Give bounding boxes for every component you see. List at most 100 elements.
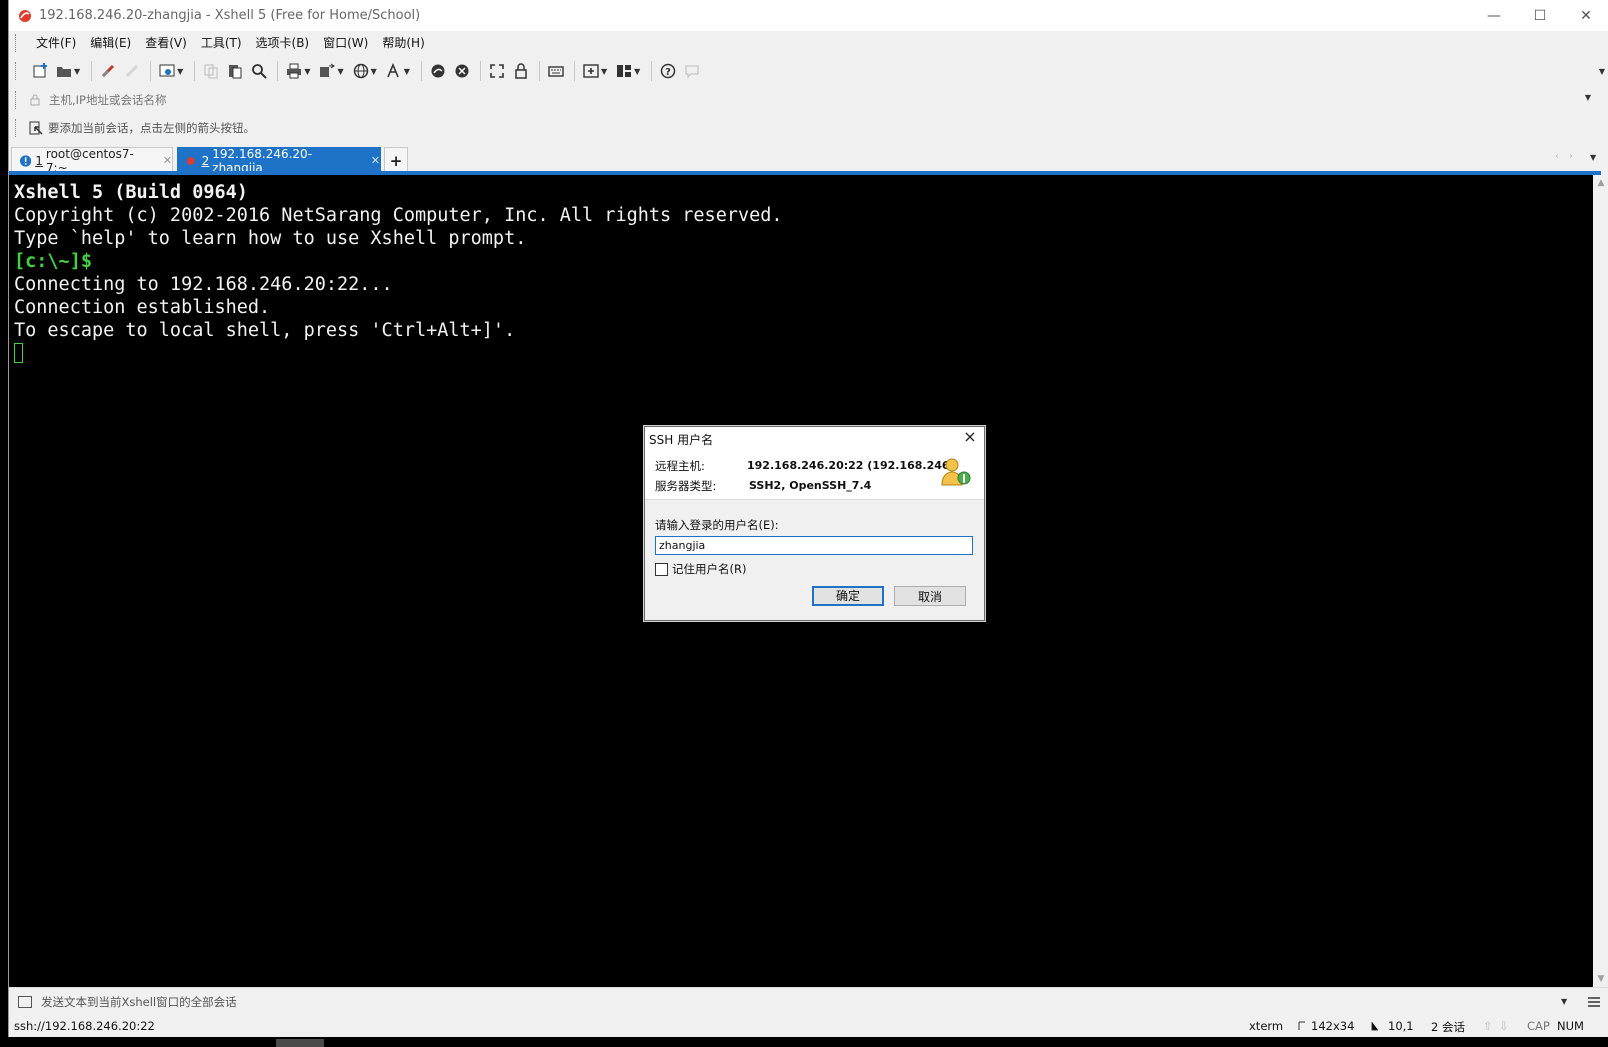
globe-icon <box>353 63 368 79</box>
disconnect-button <box>121 60 143 82</box>
properties-dropdown-icon[interactable]: ▼ <box>177 67 183 76</box>
add-tab-icon <box>583 64 599 78</box>
status-term-type: xterm <box>1249 1019 1284 1033</box>
scroll-up-icon[interactable]: ▲ <box>1593 175 1608 191</box>
cancel-button[interactable]: 取消 <box>894 586 966 606</box>
menu-view[interactable]: 查看(V) <box>138 33 194 53</box>
checkbox-icon[interactable] <box>655 562 668 576</box>
paste-icon <box>229 65 242 79</box>
toolbar-overflow-icon[interactable]: ▼ <box>1599 67 1605 76</box>
xftp-button[interactable] <box>427 60 449 82</box>
link-icon <box>102 64 115 78</box>
cursor-pos-icon <box>1371 1022 1378 1031</box>
status-cursor-pos: 10,1 <box>1388 1019 1414 1033</box>
addressbar-grip <box>15 91 19 109</box>
server-type-label: 服务器类型: <box>655 479 717 493</box>
new-tab-dropdown-icon[interactable]: ▼ <box>601 67 607 76</box>
minimize-button[interactable]: — <box>1471 0 1517 31</box>
compose-icon <box>18 996 32 1008</box>
scroll-down-icon[interactable]: ▼ <box>1593 971 1608 987</box>
new-tab-button[interactable] <box>580 60 602 82</box>
open-dropdown-icon[interactable]: ▼ <box>74 67 80 76</box>
session-hint-bar: 要添加当前会话，点击左侧的箭头按钮。 <box>9 113 1608 143</box>
menu-help[interactable]: 帮助(H) <box>375 33 431 53</box>
compose-dropdown-icon[interactable]: ▼ <box>1561 997 1567 1006</box>
tab-list-dropdown-icon[interactable]: ▼ <box>1590 153 1596 162</box>
xshell-window: 192.168.246.20-zhangjia - Xshell 5 (Free… <box>8 0 1608 1047</box>
ok-button[interactable]: 确定 <box>812 586 884 606</box>
local-prompt: [c:\~]$ <box>14 251 92 272</box>
font-dropdown-icon[interactable]: ▼ <box>404 67 410 76</box>
user-key-icon <box>941 458 971 486</box>
plus-icon: + <box>389 151 403 170</box>
toolbar-separator <box>91 61 93 81</box>
maximize-button[interactable]: ☐ <box>1517 0 1563 31</box>
menu-tools[interactable]: 工具(T) <box>194 33 249 53</box>
search-icon <box>252 64 268 79</box>
ssh-username-dialog: SSH 用户名 × 远程主机: 192.168.246.20:22 (192.1… <box>644 426 985 621</box>
status-connection: ssh://192.168.246.20:22 <box>14 1019 155 1033</box>
terminal-line: Connecting to 192.168.246.20:22... <box>14 274 393 295</box>
username-prompt: 请输入登录的用户名(E): <box>655 518 779 532</box>
find-button[interactable] <box>248 60 270 82</box>
tab-scroll-left-icon[interactable]: ‹ <box>1555 151 1559 162</box>
print-dropdown-icon[interactable]: ▼ <box>304 67 310 76</box>
host-input[interactable]: 主机,IP地址或会话名称 ▼ <box>23 89 1597 110</box>
terminal-line: Copyright (c) 2002-2016 NetSarang Comput… <box>14 205 783 226</box>
toolbar-separator <box>538 61 540 81</box>
compose-bar: 发送文本到当前Xshell窗口的全部会话 ▼ <box>9 987 1608 1016</box>
menu-window[interactable]: 窗口(W) <box>316 33 375 53</box>
help-button[interactable]: ? <box>657 60 679 82</box>
paste-button[interactable] <box>224 60 246 82</box>
xmanager-button[interactable] <box>451 60 473 82</box>
status-sessions: 2 会话 <box>1431 1020 1465 1034</box>
font-button[interactable] <box>383 60 405 82</box>
print-button[interactable] <box>283 60 305 82</box>
transfer-button[interactable] <box>316 60 338 82</box>
close-tab-icon[interactable]: ✕ <box>371 154 380 167</box>
compose-text[interactable]: 发送文本到当前Xshell窗口的全部会话 <box>41 994 237 1010</box>
terminal-line: Connection established. <box>14 297 271 318</box>
layout-button[interactable] <box>613 60 635 82</box>
fullscreen-button[interactable] <box>486 60 508 82</box>
close-tab-icon[interactable]: ✕ <box>163 154 172 167</box>
toolbar-separator <box>194 61 196 81</box>
tab-scroll-right-icon[interactable]: › <box>1569 151 1573 162</box>
remember-username-checkbox[interactable]: 记住用户名(R) <box>655 561 746 577</box>
dialog-title-bar: SSH 用户名 × <box>645 427 984 449</box>
status-num: NUM <box>1557 1019 1584 1033</box>
close-window-button[interactable]: ✕ <box>1563 0 1608 31</box>
terminal-line: Type `help' to learn how to use Xshell p… <box>14 228 527 249</box>
new-session-button[interactable] <box>29 60 51 82</box>
xmanager-icon <box>455 64 469 78</box>
menu-tab[interactable]: 选项卡(B) <box>249 33 317 53</box>
copy-button <box>200 60 222 82</box>
reconnect-button[interactable] <box>97 60 119 82</box>
tab-session-2[interactable]: 2 192.168.246.20-zhangjia ✕ <box>177 147 381 175</box>
font-icon <box>387 63 399 78</box>
keyboard-button[interactable] <box>545 60 567 82</box>
fullscreen-icon <box>490 64 504 78</box>
layout-icon <box>617 65 632 77</box>
menu-edit[interactable]: 编辑(E) <box>83 33 138 53</box>
tab-session-1[interactable]: 1 root@centos7-7:~ ✕ <box>11 147 173 175</box>
encoding-dropdown-icon[interactable]: ▼ <box>371 67 377 76</box>
download-arrow-icon: ⇩ <box>1499 1019 1509 1033</box>
add-session-arrow-icon[interactable] <box>29 121 43 135</box>
transfer-dropdown-icon[interactable]: ▼ <box>337 67 343 76</box>
maximize-icon: ☐ <box>1533 7 1547 24</box>
host-dropdown-icon[interactable]: ▼ <box>1585 93 1591 102</box>
username-input[interactable] <box>655 536 973 555</box>
dialog-close-button[interactable]: × <box>962 429 978 445</box>
menu-lines-icon[interactable] <box>1587 996 1601 1008</box>
lock-button[interactable] <box>510 60 532 82</box>
properties-button[interactable] <box>156 60 178 82</box>
encoding-button[interactable] <box>350 60 372 82</box>
dialog-info-panel: 远程主机: 192.168.246.20:22 (192.168.246 服务器… <box>645 449 984 500</box>
desktop-edge <box>0 0 8 1047</box>
open-session-button[interactable] <box>53 60 75 82</box>
terminal-scrollbar[interactable]: ▲ ▼ <box>1593 175 1608 987</box>
layout-dropdown-icon[interactable]: ▼ <box>634 67 640 76</box>
add-tab-button[interactable]: + <box>384 147 408 173</box>
menu-file[interactable]: 文件(F) <box>29 33 83 53</box>
